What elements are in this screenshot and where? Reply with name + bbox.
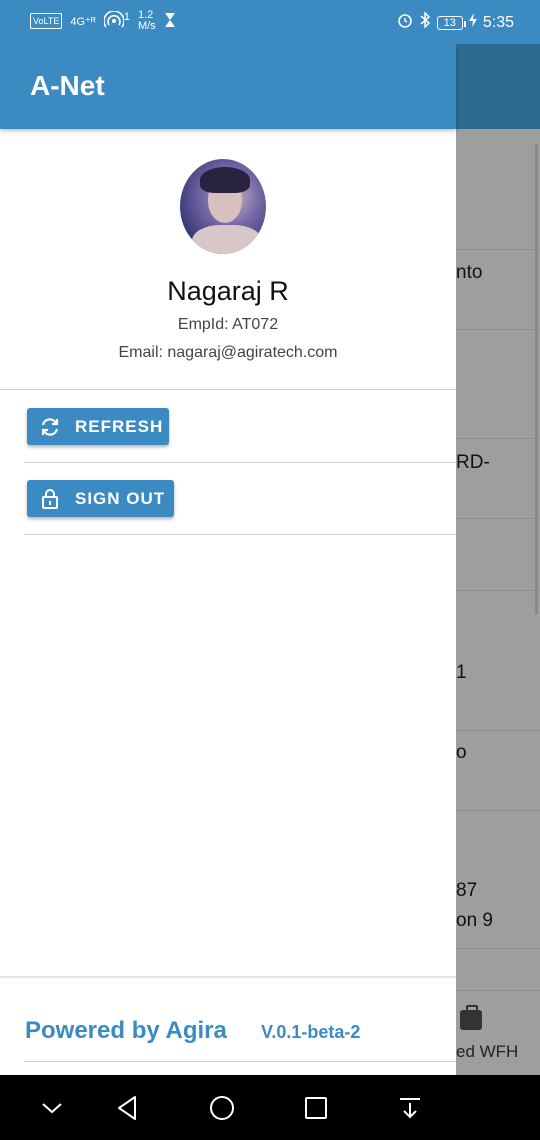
action-divider (24, 462, 456, 463)
user-name: Nagaraj R (167, 276, 289, 306)
battery-indicator: 13 (436, 15, 467, 30)
notification-pull-icon[interactable] (395, 1093, 425, 1123)
clock: 5:35 (482, 13, 514, 31)
background-screen: nto RD- 1 o 87 on 9 ed WFH (456, 44, 540, 1075)
hotspot-count: 1 (123, 11, 130, 23)
background-divider (456, 438, 540, 439)
refresh-button[interactable]: REFRESH (27, 408, 169, 445)
background-text: 1 (456, 662, 467, 683)
background-divider (456, 518, 540, 519)
sign-out-button[interactable]: SIGN OUT (27, 480, 174, 517)
profile-divider (0, 389, 456, 390)
background-divider (456, 249, 540, 250)
avatar-body (192, 225, 262, 254)
home-icon[interactable] (207, 1093, 237, 1123)
refresh-label: REFRESH (75, 416, 164, 436)
briefcase-icon (460, 1005, 482, 1030)
background-text: nto (456, 262, 483, 283)
status-bar-left: VoLTE 4G⁺ᴿ 1 1.2 M/s (30, 10, 176, 32)
recents-icon[interactable] (301, 1093, 331, 1123)
background-divider (456, 329, 540, 330)
alarm-icon (397, 12, 413, 33)
drawer-header: A-Net (0, 44, 456, 129)
system-nav-bar (0, 1075, 540, 1140)
speed-unit: M/s (137, 20, 156, 32)
background-scrollbar (535, 144, 538, 614)
background-divider (456, 990, 540, 991)
background-text: ed WFH (456, 1042, 519, 1061)
app-title: A-Net (30, 70, 105, 101)
background-divider (456, 948, 540, 949)
footer-divider (0, 976, 456, 978)
background-app-bar (456, 44, 540, 129)
background-text: 87 (456, 880, 478, 901)
refresh-icon (39, 416, 61, 438)
chevron-down-icon[interactable] (37, 1093, 67, 1123)
background-text: on 9 (456, 910, 493, 931)
sign-out-label: SIGN OUT (75, 488, 166, 508)
background-divider (456, 730, 540, 731)
powered-by-text: Powered by Agira (25, 1017, 227, 1044)
bluetooth-icon (419, 11, 431, 33)
background-divider (456, 810, 540, 811)
network-speed: 1.2 M/s (138, 10, 156, 32)
lock-icon (39, 488, 61, 510)
avatar-hair (200, 167, 250, 193)
volte-indicator: VoLTE (30, 13, 63, 29)
background-text: o (456, 742, 467, 763)
status-bar: VoLTE 4G⁺ᴿ 1 1.2 M/s 13 5:35 (0, 0, 540, 44)
background-divider (456, 590, 540, 591)
user-email: Email: nagaraj@agiratech.com (118, 344, 338, 361)
status-bar-right: 13 5:35 (397, 11, 514, 33)
version-text: V.0.1-beta-2 (261, 1022, 361, 1042)
network-indicator: 4G⁺ᴿ (70, 15, 96, 28)
employee-id: EmpId: AT072 (177, 316, 279, 333)
hotspot-icon (103, 9, 125, 32)
avatar (180, 159, 266, 254)
footer-bottom-divider (24, 1061, 456, 1062)
background-text: RD- (456, 452, 490, 473)
hourglass-icon (164, 12, 176, 31)
action-divider (24, 534, 456, 535)
navigation-drawer: A-Net Nagaraj R EmpId: AT072 Email: naga… (0, 44, 456, 1075)
charging-icon (468, 13, 477, 32)
back-icon[interactable] (113, 1093, 143, 1123)
